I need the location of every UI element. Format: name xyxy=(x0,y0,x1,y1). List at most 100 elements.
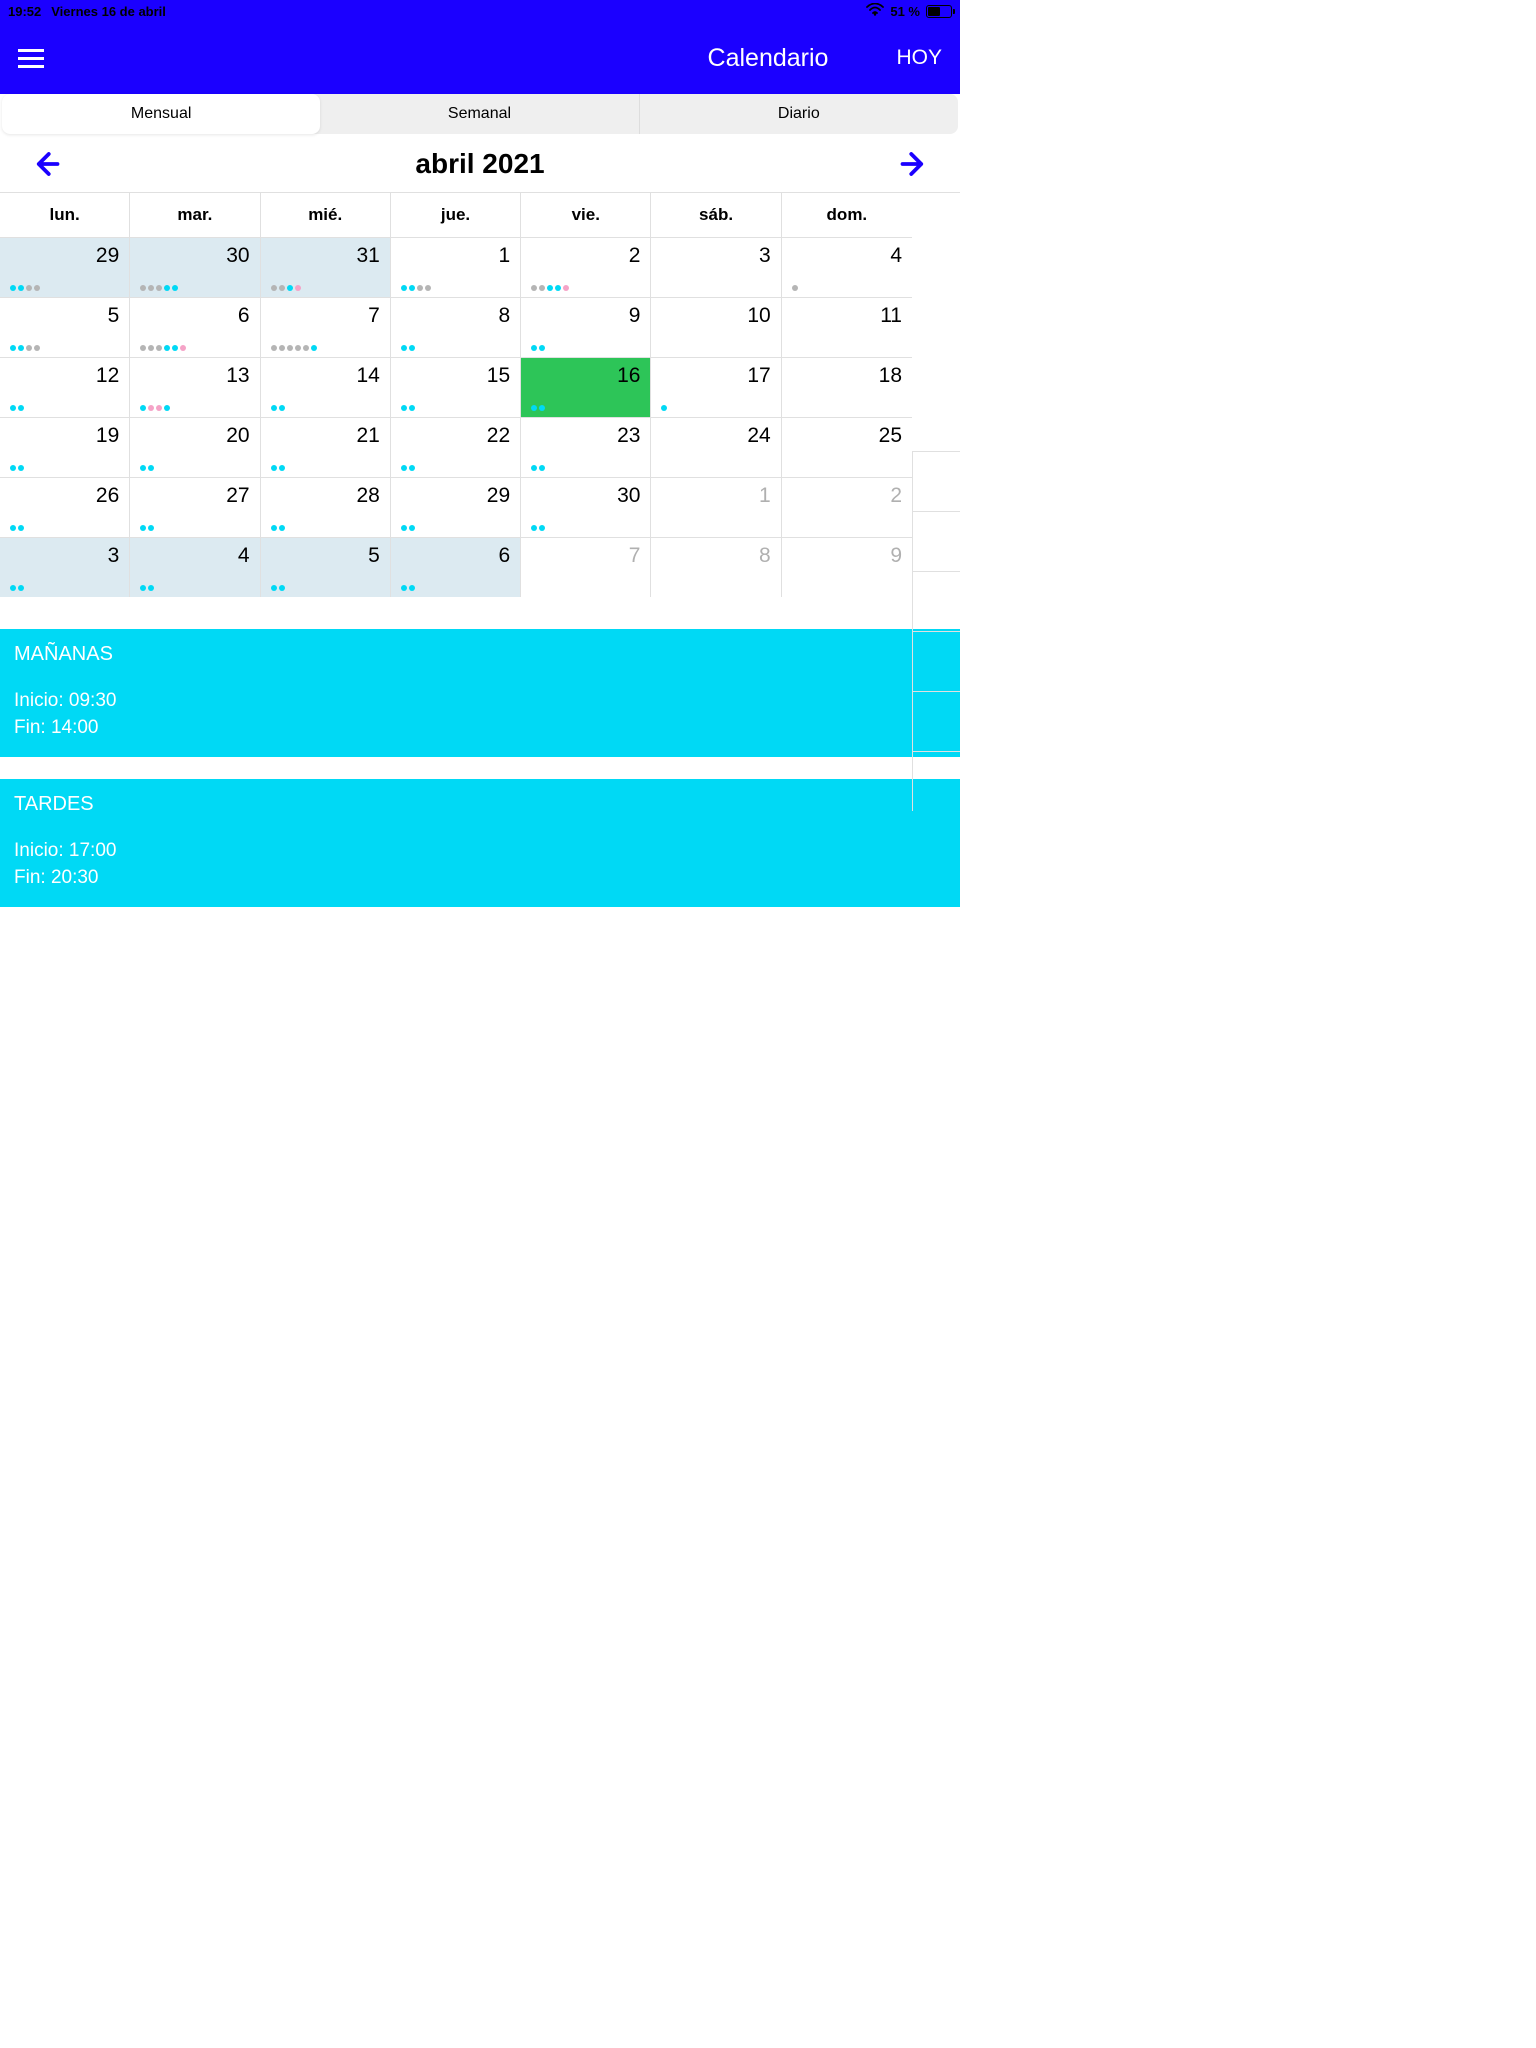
day-number: 20 xyxy=(140,424,249,448)
calendar-day[interactable]: 2 xyxy=(782,478,912,537)
event-card[interactable]: TARDESInicio: 17:00Fin: 20:30 xyxy=(0,779,960,907)
calendar-day[interactable]: 7 xyxy=(521,538,651,597)
calendar-day[interactable]: 29 xyxy=(0,238,130,297)
calendar-day[interactable]: 14 xyxy=(261,358,391,417)
event-dots xyxy=(401,345,415,351)
calendar-day[interactable]: 7 xyxy=(261,298,391,357)
day-number: 9 xyxy=(531,304,640,328)
calendar-day[interactable]: 1 xyxy=(391,238,521,297)
calendar-day[interactable]: 6 xyxy=(130,298,260,357)
day-number: 12 xyxy=(10,364,119,388)
calendar-day[interactable]: 3 xyxy=(651,238,781,297)
calendar-day[interactable]: 1 xyxy=(651,478,781,537)
event-dots xyxy=(271,465,285,471)
event-dots xyxy=(140,585,154,591)
event-dots xyxy=(661,405,667,411)
calendar-day[interactable]: 27 xyxy=(130,478,260,537)
calendar-day[interactable]: 2 xyxy=(521,238,651,297)
event-dots xyxy=(271,345,317,351)
day-number: 24 xyxy=(661,424,770,448)
today-button[interactable]: HOY xyxy=(896,46,942,70)
calendar-day[interactable]: 3 xyxy=(0,538,130,597)
calendar-day[interactable]: 29 xyxy=(391,478,521,537)
calendar-day[interactable]: 5 xyxy=(0,298,130,357)
event-start: Inicio: 17:00 xyxy=(14,838,946,865)
status-time: 19:52 xyxy=(8,4,41,19)
event-card[interactable]: MAÑANASInicio: 09:30Fin: 14:00 xyxy=(0,629,960,757)
calendar-day[interactable]: 22 xyxy=(391,418,521,477)
event-dots xyxy=(401,585,415,591)
calendar-day[interactable]: 11 xyxy=(782,298,912,357)
day-number: 23 xyxy=(531,424,640,448)
event-dots xyxy=(271,285,301,291)
event-dots xyxy=(10,525,24,531)
calendar-day[interactable]: 12 xyxy=(0,358,130,417)
event-dots xyxy=(10,405,24,411)
calendar-day[interactable]: 5 xyxy=(261,538,391,597)
event-dots xyxy=(140,465,154,471)
calendar-day[interactable]: 20 xyxy=(130,418,260,477)
day-number: 29 xyxy=(10,244,119,268)
day-number: 7 xyxy=(531,544,640,568)
tab-monthly[interactable]: Mensual xyxy=(2,94,320,134)
calendar-day[interactable]: 15 xyxy=(391,358,521,417)
next-month-button[interactable] xyxy=(900,149,930,179)
day-number: 3 xyxy=(10,544,119,568)
calendar-day[interactable]: 10 xyxy=(651,298,781,357)
view-segmented-control: Mensual Semanal Diario xyxy=(2,94,958,134)
calendar-day[interactable]: 6 xyxy=(391,538,521,597)
calendar-day[interactable]: 31 xyxy=(261,238,391,297)
calendar-grid: lun.mar.mié.jue.vie.sáb.dom. 29303112345… xyxy=(0,192,960,597)
event-dots xyxy=(401,465,415,471)
menu-button[interactable] xyxy=(18,49,44,68)
calendar-day[interactable]: 25 xyxy=(782,418,912,477)
day-number: 1 xyxy=(401,244,510,268)
calendar-day[interactable]: 9 xyxy=(521,298,651,357)
calendar-day[interactable]: 26 xyxy=(0,478,130,537)
calendar-day[interactable]: 18 xyxy=(782,358,912,417)
tab-weekly[interactable]: Semanal xyxy=(320,94,639,134)
calendar-day[interactable]: 21 xyxy=(261,418,391,477)
tab-daily[interactable]: Diario xyxy=(640,94,958,134)
day-header: lun. xyxy=(0,193,130,237)
day-number: 4 xyxy=(140,544,249,568)
day-number: 2 xyxy=(531,244,640,268)
calendar-day[interactable]: 16 xyxy=(521,358,651,417)
calendar-day[interactable]: 8 xyxy=(651,538,781,597)
calendar-day[interactable]: 4 xyxy=(782,238,912,297)
day-number: 14 xyxy=(271,364,380,388)
nav-bar: Calendario HOY xyxy=(0,22,960,94)
event-dots xyxy=(401,405,415,411)
day-number: 4 xyxy=(792,244,902,268)
day-header: sáb. xyxy=(651,193,781,237)
day-header: mié. xyxy=(261,193,391,237)
day-number: 2 xyxy=(792,484,902,508)
prev-month-button[interactable] xyxy=(30,149,60,179)
calendar-day[interactable]: 23 xyxy=(521,418,651,477)
event-dots xyxy=(792,285,798,291)
calendar-day[interactable]: 8 xyxy=(391,298,521,357)
calendar-day[interactable]: 30 xyxy=(130,238,260,297)
status-battery-pct: 51 % xyxy=(890,4,920,19)
day-number: 16 xyxy=(531,364,640,388)
day-number: 18 xyxy=(792,364,902,388)
calendar-day[interactable]: 30 xyxy=(521,478,651,537)
day-number: 27 xyxy=(140,484,249,508)
calendar-day[interactable]: 9 xyxy=(782,538,912,597)
calendar-day[interactable]: 17 xyxy=(651,358,781,417)
calendar-day[interactable]: 4 xyxy=(130,538,260,597)
event-dots xyxy=(10,345,40,351)
calendar-day[interactable]: 28 xyxy=(261,478,391,537)
event-dots xyxy=(10,585,24,591)
calendar-day[interactable]: 24 xyxy=(651,418,781,477)
event-dots xyxy=(401,525,415,531)
day-number: 3 xyxy=(661,244,770,268)
day-number: 9 xyxy=(792,544,902,568)
page-title: Calendario xyxy=(708,44,829,73)
calendar-day[interactable]: 19 xyxy=(0,418,130,477)
calendar-day[interactable]: 13 xyxy=(130,358,260,417)
day-number: 25 xyxy=(792,424,902,448)
day-number: 8 xyxy=(401,304,510,328)
day-header: dom. xyxy=(782,193,912,237)
event-dots xyxy=(140,285,178,291)
